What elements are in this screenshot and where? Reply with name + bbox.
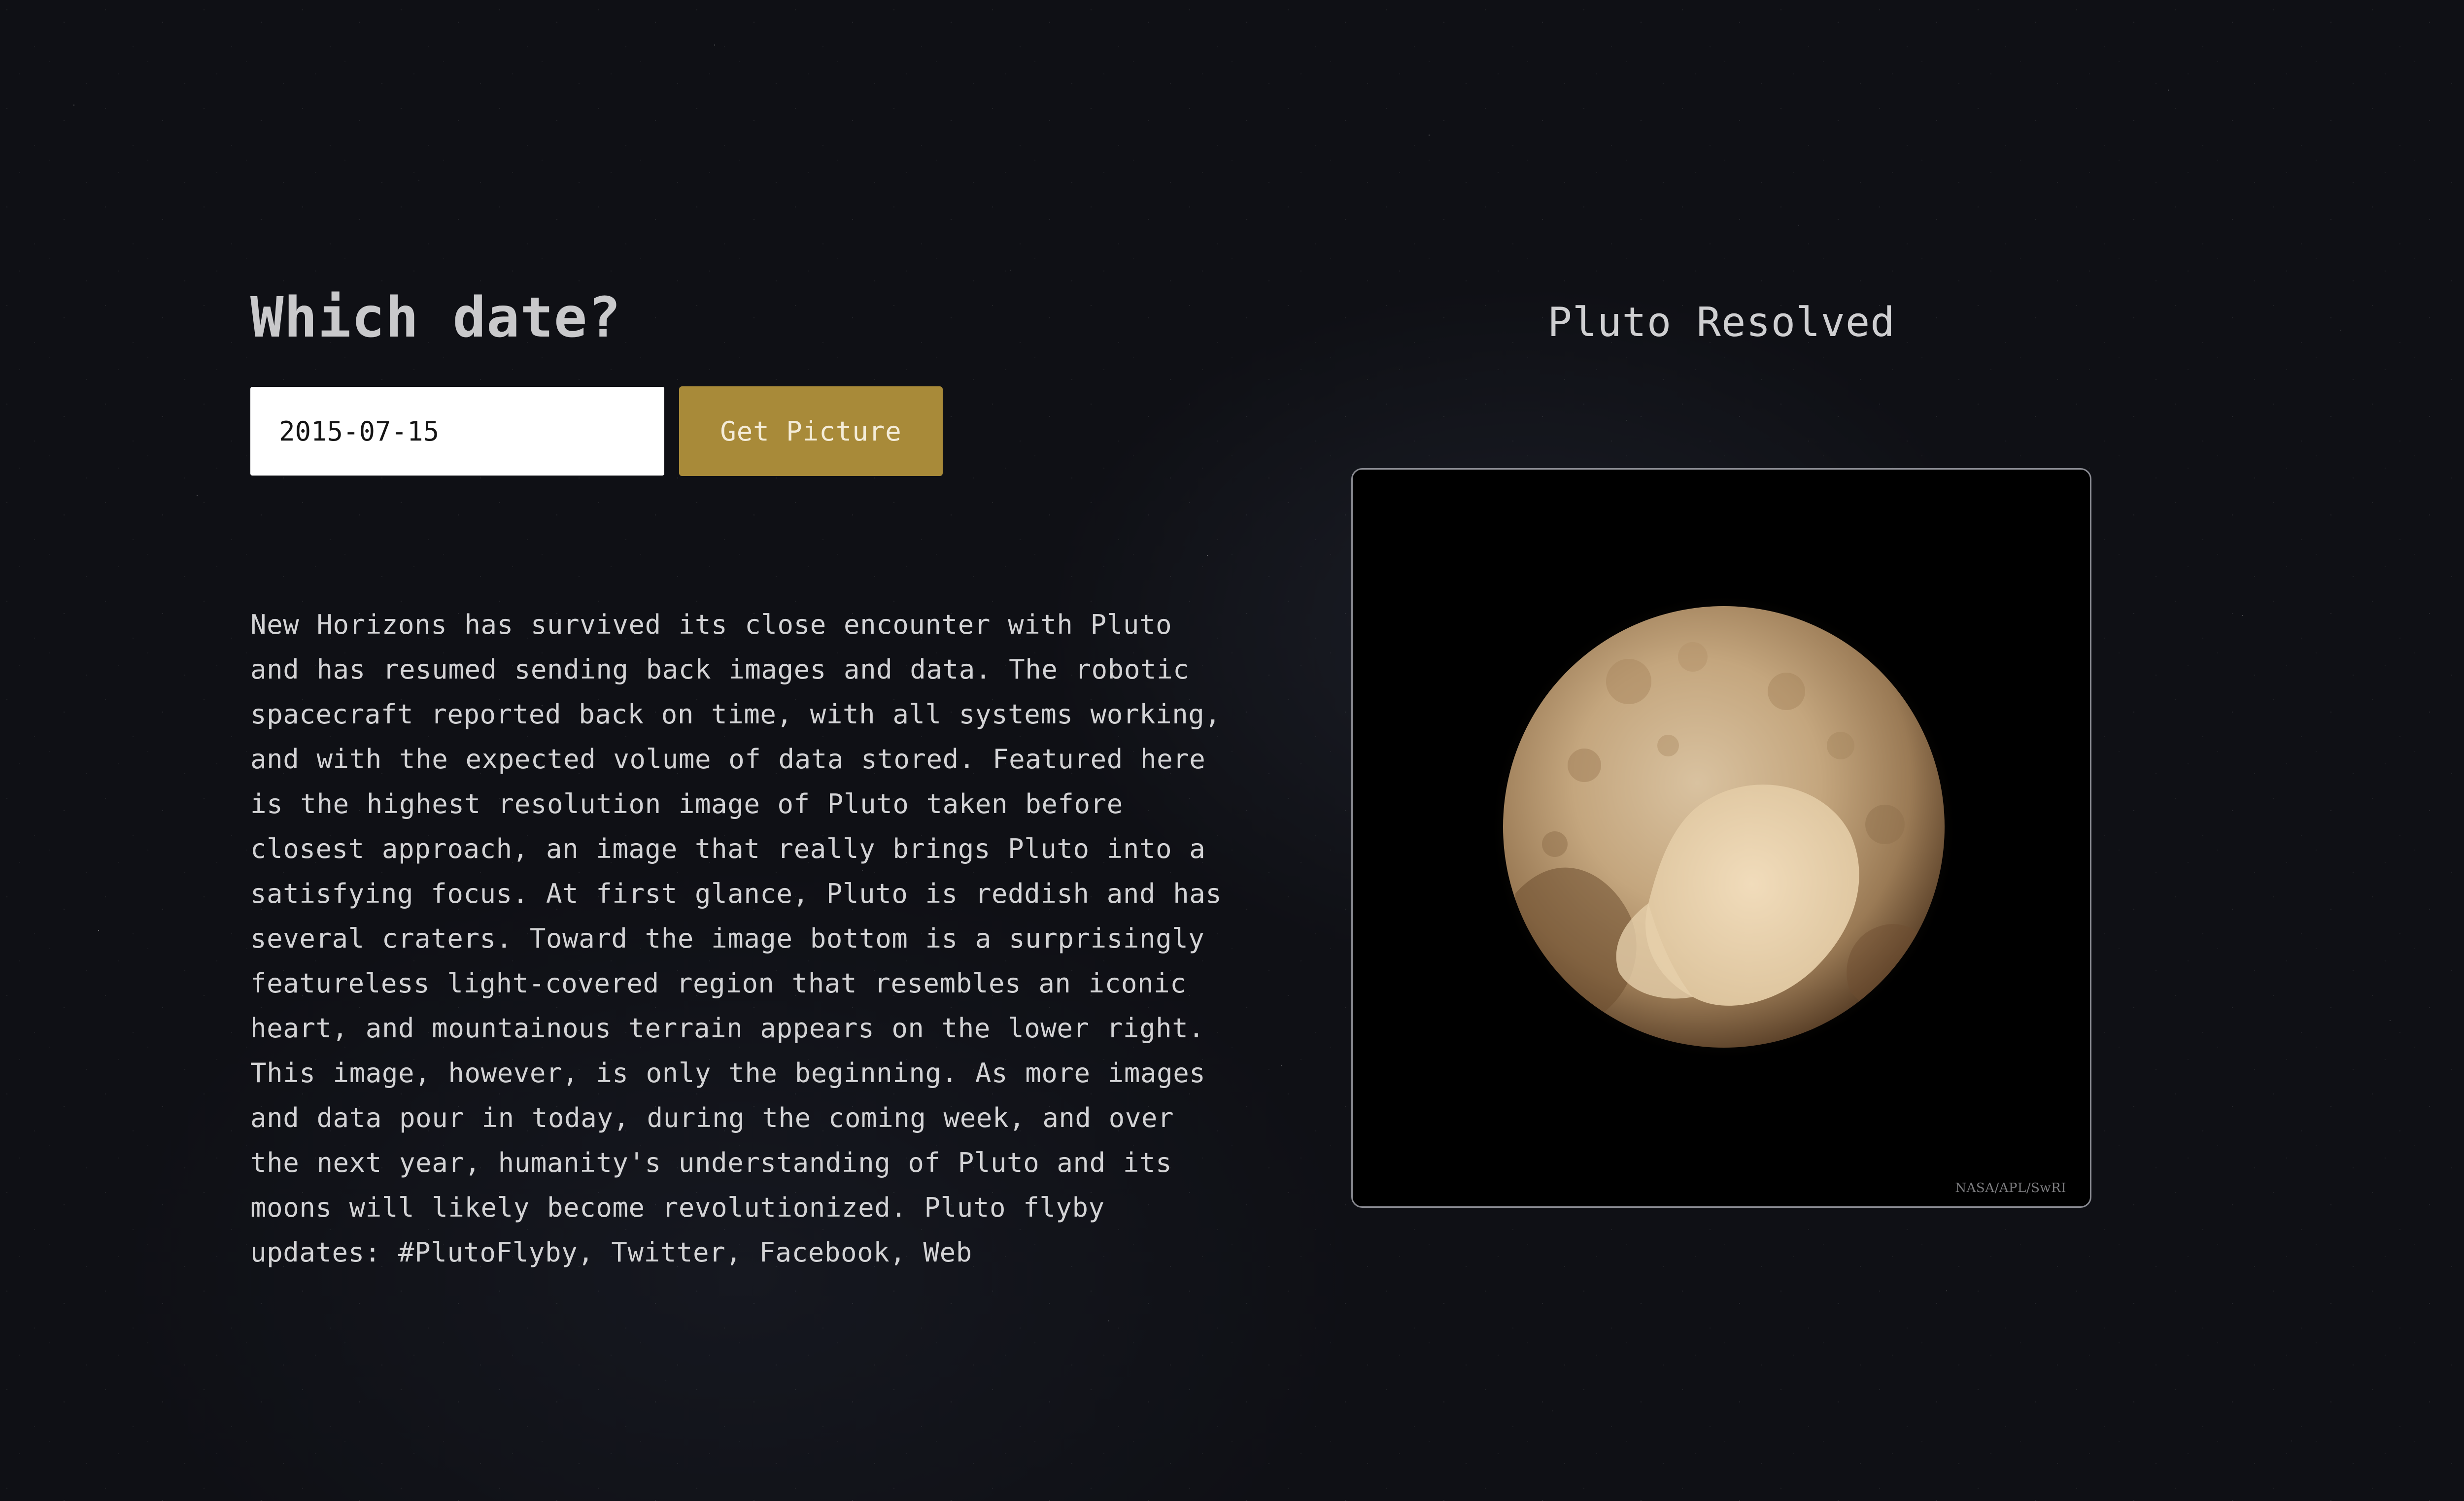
- image-credit: NASA/APL/SwRI: [1955, 1181, 2066, 1195]
- date-form: Get Picture: [250, 386, 1226, 476]
- pluto-image: [1490, 593, 1958, 1061]
- picture-panel: Pluto Resolved NASA/APL/SwRI: [1351, 276, 2091, 1208]
- page-heading: Which date?: [250, 286, 621, 350]
- get-picture-button[interactable]: Get Picture: [679, 386, 943, 476]
- picture-title: Pluto Resolved: [1547, 299, 1895, 346]
- picture-frame: NASA/APL/SwRI: [1351, 468, 2091, 1208]
- date-input[interactable]: [250, 387, 664, 476]
- date-form-panel: Which date? Get Picture New Horizons has…: [250, 276, 1226, 1275]
- picture-explanation: New Horizons has survived its close enco…: [250, 609, 1222, 1268]
